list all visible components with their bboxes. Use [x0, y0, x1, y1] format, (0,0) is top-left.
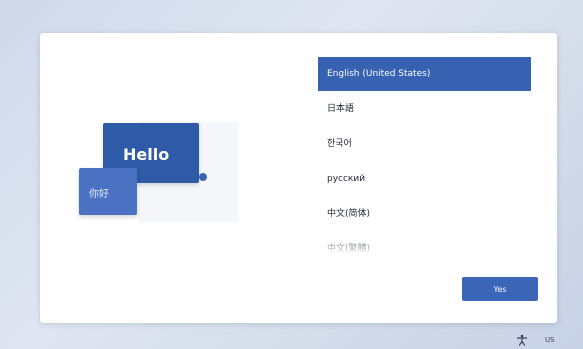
connector-dot-icon — [199, 173, 207, 181]
accessibility-icon[interactable] — [516, 333, 528, 347]
language-item-russian[interactable]: русский — [318, 162, 531, 196]
nihao-text: 你好 — [89, 189, 109, 200]
setup-card: Hello 你好 English (United States) 日本語 한국어… — [40, 33, 557, 323]
accessibility-icon-svg — [516, 334, 528, 346]
language-illustration: Hello 你好 — [76, 116, 246, 236]
hello-text: Hello — [123, 145, 170, 164]
language-item-chinese-traditional[interactable]: 中文(繁體) — [318, 232, 531, 258]
language-item-english[interactable]: English (United States) — [318, 57, 531, 91]
nihao-bubble: 你好 — [79, 168, 137, 215]
language-indicator[interactable]: US — [545, 333, 555, 347]
language-item-korean[interactable]: 한국어 — [318, 127, 531, 161]
language-item-chinese-simplified[interactable]: 中文(简体) — [318, 197, 531, 231]
yes-button[interactable]: Yes — [462, 277, 538, 301]
desktop-background: Hello 你好 English (United States) 日本語 한국어… — [0, 0, 583, 349]
language-list[interactable]: English (United States) 日本語 한국어 русский … — [318, 57, 531, 258]
language-item-japanese[interactable]: 日本語 — [318, 92, 531, 126]
